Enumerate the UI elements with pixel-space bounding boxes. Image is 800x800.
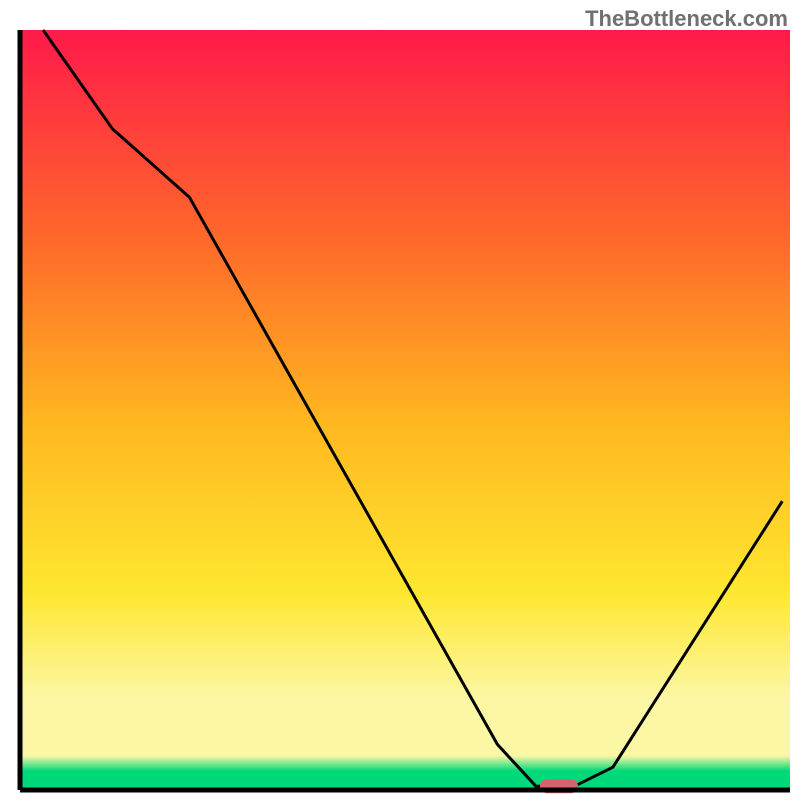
- bottleneck-chart: TheBottleneck.com: [0, 0, 800, 800]
- watermark-text: TheBottleneck.com: [585, 6, 788, 32]
- chart-svg: [0, 0, 800, 800]
- gradient-background: [20, 30, 790, 790]
